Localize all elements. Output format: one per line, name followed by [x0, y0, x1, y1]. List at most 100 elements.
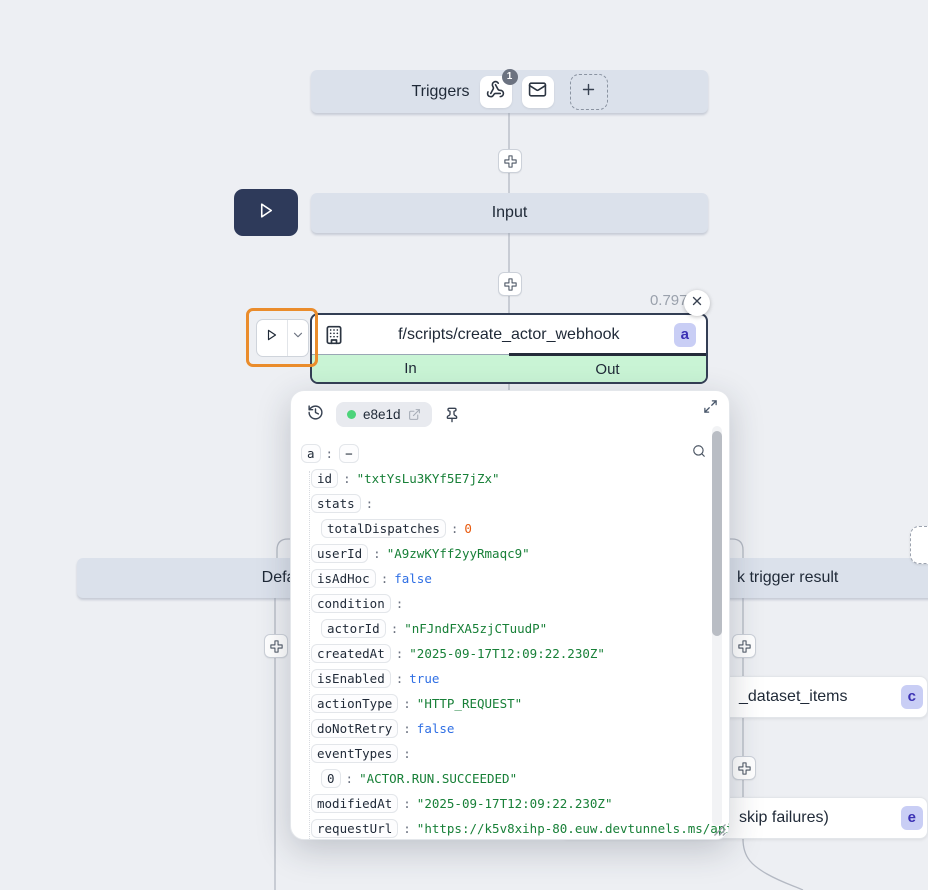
run-version-label: e8e1d: [363, 407, 401, 422]
json-key[interactable]: totalDispatches: [321, 519, 446, 538]
scrollbar-thumb[interactable]: [712, 431, 722, 636]
json-colon: :: [373, 546, 381, 561]
run-step-selection-box: [246, 308, 318, 367]
dataset-items-label: _dataset_items: [739, 688, 848, 706]
json-row: isAdHoc: false: [301, 566, 703, 591]
json-value: "A9zwKYff2yyRmaqc9": [387, 546, 530, 561]
input-node[interactable]: Input: [311, 193, 708, 233]
json-key[interactable]: id: [311, 469, 338, 488]
script-step-node[interactable]: f/scripts/create_actor_webhook a In Out: [310, 313, 708, 384]
json-row: 0: "ACTOR.RUN.SUCCEEDED": [301, 766, 703, 791]
plus-outline-icon: [269, 639, 284, 654]
json-key[interactable]: createdAt: [311, 644, 391, 663]
close-icon: [690, 294, 704, 313]
run-version-pill[interactable]: e8e1d: [336, 402, 432, 427]
insert-step-button[interactable]: [498, 272, 522, 296]
email-trigger-button[interactable]: [522, 76, 554, 108]
webhook-trigger-button[interactable]: 1: [480, 76, 512, 108]
webhook-icon: [486, 80, 505, 104]
json-row: condition:: [301, 591, 703, 616]
json-key[interactable]: a: [301, 444, 321, 463]
add-trigger-button[interactable]: [570, 74, 608, 110]
json-row: isEnabled: true: [301, 666, 703, 691]
json-colon: :: [403, 696, 411, 711]
json-value: true: [409, 671, 439, 686]
json-key[interactable]: 0: [321, 769, 341, 788]
json-key[interactable]: actorId: [321, 619, 386, 638]
skip-failures-label: skip failures): [739, 809, 829, 827]
json-row: actionType:"HTTP_REQUEST": [301, 691, 703, 716]
json-colon: :: [326, 446, 334, 461]
json-colon: :: [381, 571, 389, 586]
insert-step-button[interactable]: [732, 634, 756, 658]
indent-guide: [309, 471, 310, 840]
json-value: "ACTOR.RUN.SUCCEEDED": [359, 771, 517, 786]
history-icon[interactable]: [307, 404, 324, 426]
resize-handle[interactable]: [712, 822, 727, 837]
flow-editor-canvas[interactable]: Triggers 1 Input 0.797s: [0, 0, 928, 890]
json-colon: :: [396, 646, 404, 661]
step-id-badge: a: [674, 323, 696, 347]
insert-step-button[interactable]: [732, 756, 756, 780]
json-colon: :: [391, 621, 399, 636]
json-key[interactable]: userId: [311, 544, 368, 563]
play-icon: [257, 201, 276, 225]
json-value: false: [394, 571, 432, 586]
json-key[interactable]: stats: [311, 494, 361, 513]
step-duration: 0.797s: [595, 292, 695, 309]
json-value: "txtYsLu3KYf5E7jZx": [357, 471, 500, 486]
external-link-icon[interactable]: [408, 408, 421, 421]
close-result-button[interactable]: [684, 290, 710, 316]
json-row: doNotRetry:false: [301, 716, 703, 741]
json-row: stats:: [301, 491, 703, 516]
json-value: "nFJndFXA5zjCTuudP": [404, 621, 547, 636]
status-dot: [347, 410, 356, 419]
run-step-options-button[interactable]: [287, 320, 308, 356]
branch-trigger-result-label: k trigger result: [737, 569, 838, 587]
json-key[interactable]: doNotRetry: [311, 719, 398, 738]
add-branch-button[interactable]: [910, 526, 928, 564]
plus-icon: [580, 81, 597, 103]
json-colon: :: [366, 496, 374, 511]
expand-icon[interactable]: [703, 399, 718, 414]
json-colon: :: [343, 471, 351, 486]
json-colon: :: [396, 671, 404, 686]
run-step-split-button[interactable]: [256, 319, 309, 357]
json-row: createdAt: "2025-09-17T12:09:22.230Z": [301, 641, 703, 666]
popup-scrollbar[interactable]: [712, 426, 722, 826]
step-id-badge: e: [901, 806, 923, 830]
json-key[interactable]: actionType: [311, 694, 398, 713]
collapse-toggle[interactable]: −: [339, 444, 359, 463]
tab-in[interactable]: In: [312, 355, 509, 382]
json-key[interactable]: condition: [311, 594, 391, 613]
tab-out[interactable]: Out: [509, 353, 706, 382]
plus-outline-icon: [737, 639, 752, 654]
input-label: Input: [492, 204, 528, 222]
play-icon: [265, 328, 279, 347]
json-row: totalDispatches:0: [301, 516, 703, 541]
json-key[interactable]: isAdHoc: [311, 569, 376, 588]
json-colon: :: [396, 596, 404, 611]
json-rows: a:−id:"txtYsLu3KYf5E7jZx"stats:totalDisp…: [301, 441, 703, 840]
triggers-bar[interactable]: Triggers 1: [311, 70, 708, 113]
pin-icon[interactable]: [444, 407, 460, 423]
chevron-down-icon: [291, 328, 305, 347]
json-value: "2025-09-17T12:09:22.230Z": [417, 796, 613, 811]
json-row: requestUrl:"https://k5v8xihp-80.euw.devt…: [301, 816, 703, 840]
run-flow-button[interactable]: [234, 189, 298, 236]
insert-step-button[interactable]: [264, 634, 288, 658]
json-value: "https://k5v8xihp-80.euw.devtunnels.ms/a…: [417, 821, 730, 836]
insert-step-button[interactable]: [498, 149, 522, 173]
json-row: userId: "A9zwKYff2yyRmaqc9": [301, 541, 703, 566]
json-key[interactable]: isEnabled: [311, 669, 391, 688]
run-step-play-button[interactable]: [257, 320, 287, 356]
json-key[interactable]: requestUrl: [311, 819, 398, 838]
json-key[interactable]: modifiedAt: [311, 794, 398, 813]
json-row: modifiedAt:"2025-09-17T12:09:22.230Z": [301, 791, 703, 816]
json-colon: :: [451, 521, 459, 536]
json-value: "2025-09-17T12:09:22.230Z": [409, 646, 605, 661]
json-key[interactable]: eventTypes: [311, 744, 398, 763]
json-colon: :: [346, 771, 354, 786]
triggers-label: Triggers: [411, 83, 469, 101]
json-value: false: [417, 721, 455, 736]
